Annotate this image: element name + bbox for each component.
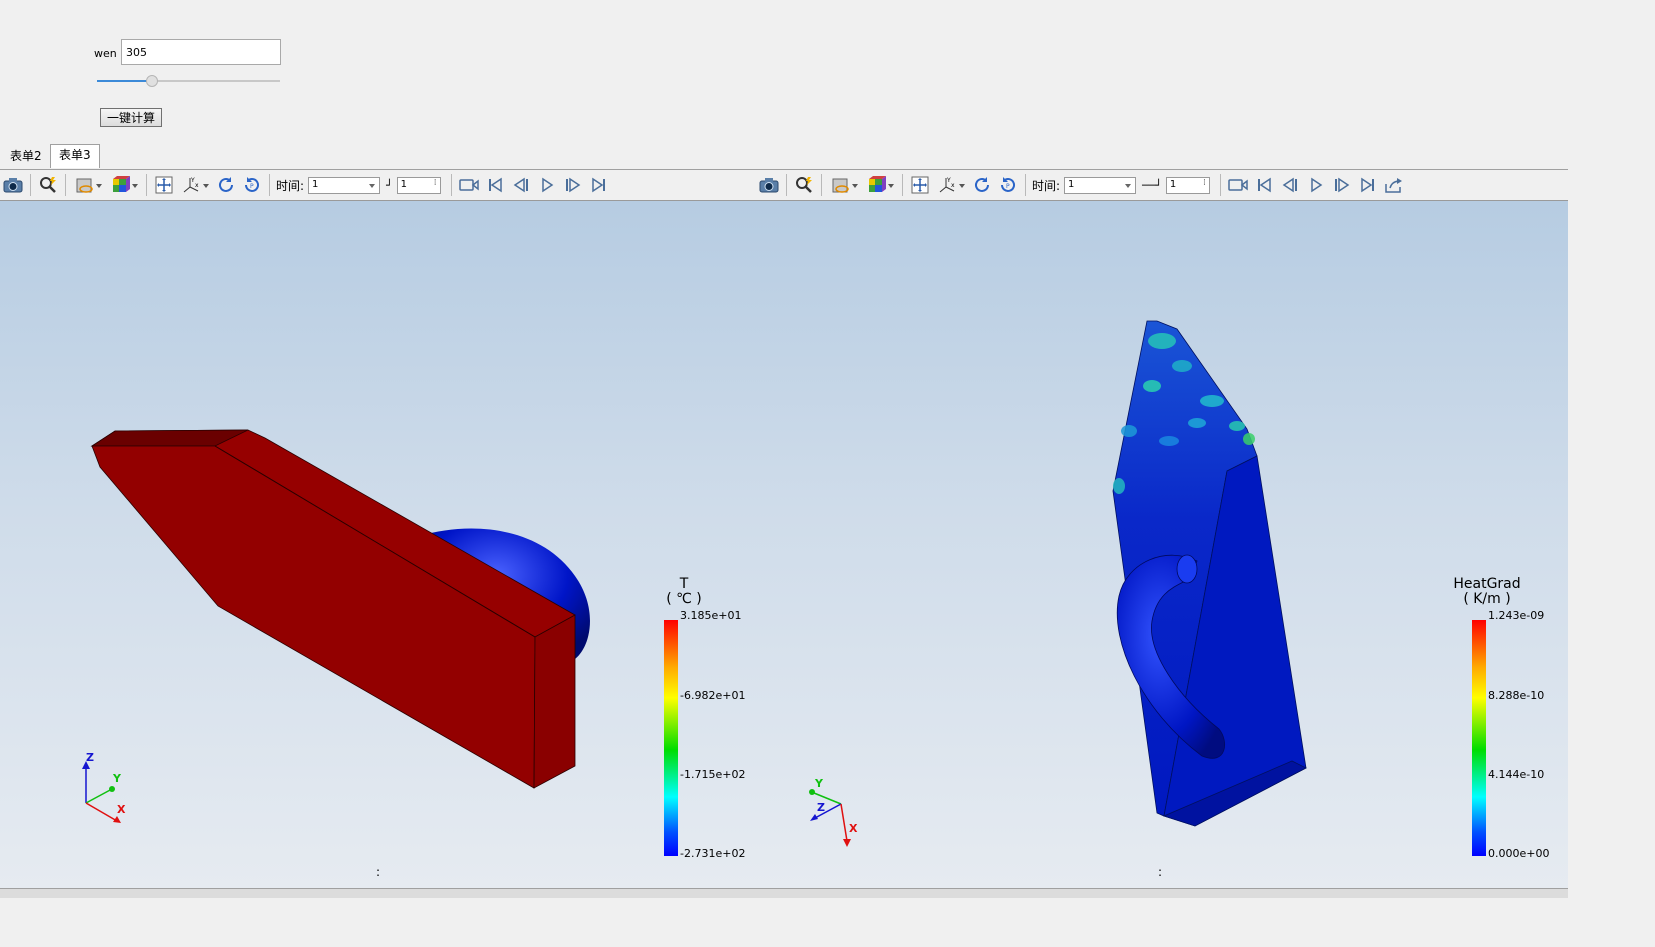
rotate-ccw-icon[interactable]: P — [239, 173, 265, 197]
wen-slider[interactable] — [97, 75, 280, 87]
color-cube-icon[interactable] — [862, 173, 898, 197]
legend-title-text: T — [679, 576, 689, 592]
legend-title-text: HeatGrad — [1453, 576, 1521, 592]
first-frame-icon[interactable] — [482, 173, 508, 197]
separator — [269, 174, 270, 196]
tab-form3[interactable]: 表单3 — [50, 144, 100, 168]
svg-text:x: x — [195, 182, 199, 189]
export-icon[interactable] — [1381, 173, 1407, 197]
connector-glyph: ┘ — [386, 178, 393, 192]
legend-tick: 0.000e+00 — [1488, 847, 1550, 860]
legend-title: HeatGrad ( K/m ) — [1447, 577, 1527, 607]
legend-title: T ( ℃ ) — [660, 577, 708, 607]
record-icon[interactable] — [456, 173, 482, 197]
display-style-icon[interactable] — [826, 173, 862, 197]
axes-orient-icon[interactable]: Yx — [933, 173, 969, 197]
next-frame-icon[interactable] — [560, 173, 586, 197]
legend-tick: -1.715e+02 — [680, 768, 746, 781]
separator — [1219, 174, 1221, 196]
model-render — [809, 320, 1307, 847]
separator — [786, 174, 787, 196]
status-bar — [0, 888, 1568, 898]
axis-label-y: Y — [113, 772, 121, 785]
tab-form2[interactable]: 表单2 — [2, 146, 50, 168]
svg-text:P: P — [1006, 183, 1010, 190]
legend-colorbar — [1472, 620, 1486, 856]
separator — [65, 174, 66, 196]
toolbar-left: Yx P 时间: 1 ┘ 1 — [0, 170, 756, 201]
viewport-temperature[interactable]: Z Y X T ( ℃ ) 3.185e+01 -6.982e+01 -1.71… — [0, 201, 758, 888]
legend-tick: -6.982e+01 — [680, 689, 746, 702]
red-block-side — [533, 614, 576, 789]
axis-label-z: Z — [817, 801, 825, 814]
slider-fill — [97, 80, 152, 82]
time-select[interactable]: 1 — [1064, 176, 1137, 194]
viewport-footer: : — [1158, 865, 1163, 879]
time-label: 时间: — [276, 178, 305, 193]
record-icon[interactable] — [1225, 173, 1251, 197]
zoom-icon[interactable] — [791, 173, 817, 197]
legend-colorbar — [664, 620, 678, 856]
rotate-cw-icon[interactable] — [969, 173, 995, 197]
legend-tick: 1.243e-09 — [1488, 609, 1545, 622]
rotate-ccw-icon[interactable]: P — [995, 173, 1021, 197]
parameter-panel: wen 一键计算 — [0, 0, 1568, 140]
legend-tick: 3.185e+01 — [680, 609, 742, 622]
slider-handle[interactable] — [145, 75, 158, 87]
time-select[interactable]: 1 — [308, 176, 381, 194]
last-frame-icon[interactable] — [1355, 173, 1381, 197]
zoom-icon[interactable] — [35, 173, 61, 197]
axis-label-x: X — [849, 822, 858, 835]
separator — [1025, 174, 1026, 196]
separator — [30, 174, 31, 196]
viewport-footer: : — [376, 865, 381, 879]
time-label: 时间: — [1032, 178, 1061, 193]
wen-label: wen — [94, 47, 117, 60]
first-frame-icon[interactable] — [1251, 173, 1277, 197]
color-cube-icon[interactable] — [106, 173, 142, 197]
axes-orient-icon[interactable]: Yx — [177, 173, 213, 197]
step-spinbox[interactable]: 1 — [396, 176, 441, 194]
last-frame-icon[interactable] — [586, 173, 612, 197]
viewport-heatgrad[interactable]: Y Z X HeatGrad ( K/m ) 1.243e-09 8.288e-… — [757, 201, 1568, 888]
axis-label-z: Z — [86, 751, 94, 764]
axis-label-y: Y — [815, 777, 823, 790]
legend-unit: ( K/m ) — [1463, 591, 1511, 607]
step-spinbox[interactable]: 1 — [1165, 176, 1210, 194]
rotate-cw-icon[interactable] — [213, 173, 239, 197]
fit-view-icon[interactable] — [151, 173, 177, 197]
axes-triad — [82, 761, 121, 823]
play-icon[interactable] — [534, 173, 560, 197]
camera-icon[interactable] — [0, 173, 26, 197]
separator — [146, 174, 147, 196]
legend-unit: ( ℃ ) — [666, 591, 702, 607]
svg-text:P: P — [250, 183, 254, 190]
prev-frame-icon[interactable] — [508, 173, 534, 197]
fit-view-icon[interactable] — [907, 173, 933, 197]
tab-bar: 表单2 表单3 — [0, 142, 1568, 170]
legend-tick: 8.288e-10 — [1488, 689, 1545, 702]
legend-tick: 4.144e-10 — [1488, 768, 1545, 781]
legend-tick: -2.731e+02 — [680, 847, 746, 860]
display-style-icon[interactable] — [70, 173, 106, 197]
axis-label-x: X — [117, 803, 126, 816]
next-frame-icon[interactable] — [1329, 173, 1355, 197]
wen-input[interactable] — [121, 39, 281, 65]
toolbar-right: Yx P 时间: 1 ──┘ 1 — [756, 170, 1568, 201]
prev-frame-icon[interactable] — [1277, 173, 1303, 197]
axes-triad — [809, 789, 851, 847]
separator — [902, 174, 903, 196]
calculate-button[interactable]: 一键计算 — [100, 108, 162, 127]
separator — [450, 174, 452, 196]
play-icon[interactable] — [1303, 173, 1329, 197]
svg-text:x: x — [951, 182, 955, 189]
separator — [821, 174, 822, 196]
connector-glyph: ──┘ — [1142, 178, 1162, 192]
camera-icon[interactable] — [756, 173, 782, 197]
